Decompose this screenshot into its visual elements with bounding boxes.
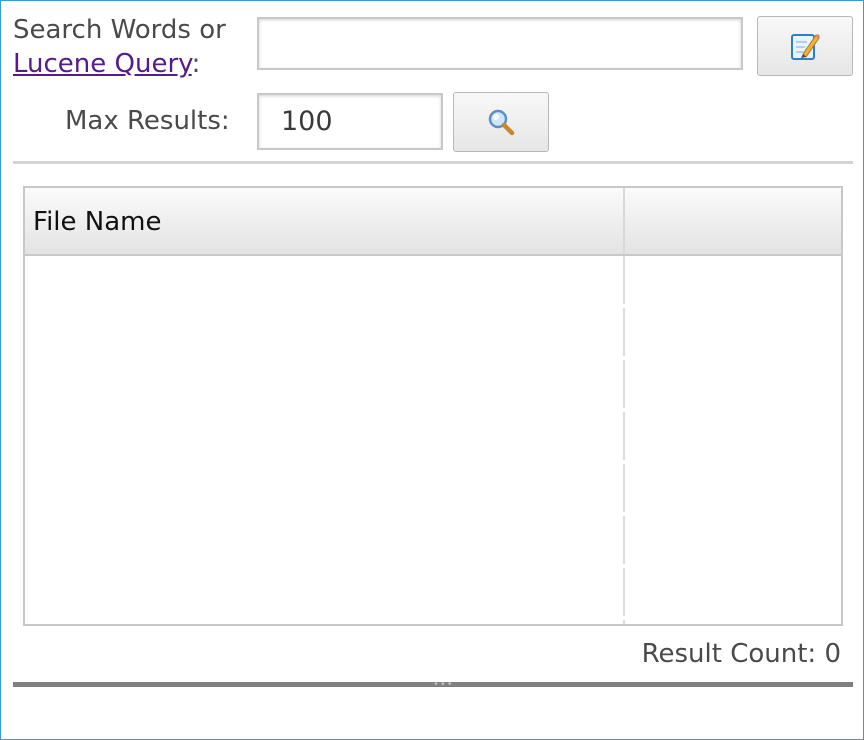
results-table-header: File Name — [25, 188, 841, 256]
section-divider — [13, 161, 853, 164]
edit-pencil-icon — [791, 34, 820, 60]
search-label-suffix: : — [191, 49, 201, 79]
search-button[interactable] — [453, 92, 549, 152]
magnifier-icon — [488, 109, 515, 136]
splitter-grip-icon: ••• — [433, 679, 454, 690]
results-table: File Name — [23, 186, 843, 626]
panel-splitter[interactable]: ••• — [13, 679, 853, 690]
search-query-input[interactable] — [257, 17, 743, 70]
search-label-prefix: Search Words or — [13, 15, 226, 45]
search-label: Search Words or Lucene Query: — [13, 13, 226, 81]
column-separator — [623, 256, 625, 624]
column-header-file-name[interactable]: File Name — [33, 188, 161, 254]
result-count: Result Count: 0 — [641, 639, 841, 669]
max-results-input[interactable] — [257, 93, 443, 150]
max-results-label: Max Results: — [65, 106, 230, 136]
edit-query-button[interactable] — [757, 16, 853, 76]
lucene-query-link[interactable]: Lucene Query — [13, 49, 192, 79]
search-panel: Search Words or Lucene Query: Max Result… — [0, 0, 864, 740]
column-resize-handle[interactable] — [623, 188, 625, 254]
